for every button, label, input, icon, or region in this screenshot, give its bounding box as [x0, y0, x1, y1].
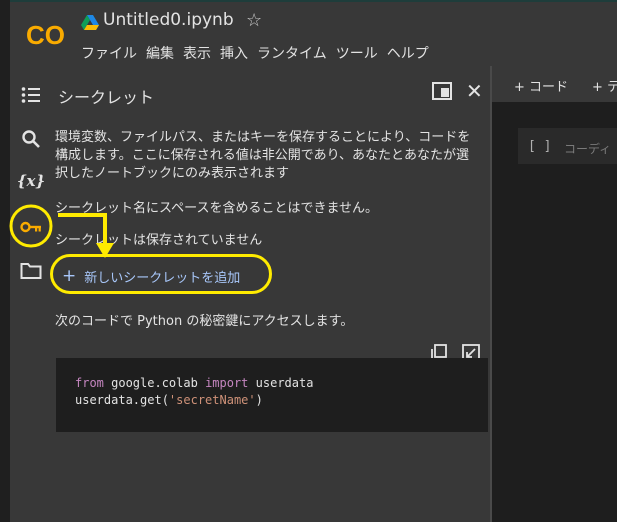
- cell-placeholder: コーディ: [564, 142, 612, 156]
- key-icon[interactable]: [20, 216, 42, 238]
- folder-icon[interactable]: [20, 260, 42, 282]
- menu-insert[interactable]: 挿入: [220, 43, 248, 63]
- search-icon[interactable]: [20, 128, 42, 150]
- code-line-1: from google.colab import userdata: [75, 376, 314, 390]
- menu-tools[interactable]: ツール: [336, 43, 378, 63]
- add-text-button[interactable]: + テ: [592, 76, 617, 95]
- menu-runtime[interactable]: ランタイム: [257, 43, 327, 63]
- code-cell[interactable]: [ ] コーディ: [518, 128, 617, 164]
- menu-view[interactable]: 表示: [183, 43, 211, 63]
- run-cell-bracket[interactable]: [ ]: [528, 139, 551, 154]
- window-frame-left: [0, 0, 10, 522]
- menu-edit[interactable]: 編集: [146, 43, 174, 63]
- close-icon[interactable]: ✕: [466, 80, 486, 102]
- colab-logo[interactable]: CO: [24, 16, 66, 52]
- sidebar-rail: {x}: [10, 66, 50, 522]
- code-line-2: userdata.get('secretName'): [75, 393, 263, 407]
- secrets-description: 環境変数、ファイルパス、またはキーを保存することにより、コードを構成します。ここ…: [55, 130, 471, 181]
- add-code-button[interactable]: + コード: [514, 76, 568, 95]
- code-snippet[interactable]: from google.colab import userdata userda…: [56, 358, 488, 432]
- menu-file[interactable]: ファイル: [81, 43, 137, 63]
- menu-help[interactable]: ヘルプ: [387, 43, 429, 63]
- empty-status: シークレットは保存されていません: [55, 233, 263, 248]
- secrets-panel: シークレット ✕ 環境変数、ファイルパス、またはキーを保存することにより、コード…: [50, 66, 490, 522]
- svg-text:CO: CO: [26, 20, 65, 50]
- header: CO Untitled0.ipynb ☆ ファイル 編集 表示 挿入 ランタイム…: [10, 2, 617, 66]
- variables-icon[interactable]: {x}: [17, 170, 45, 192]
- notebook-editor: + コード + テ [ ] コーディ: [492, 66, 617, 522]
- star-icon[interactable]: ☆: [246, 10, 262, 31]
- menu-bar: ファイル 編集 表示 挿入 ランタイム ツール ヘルプ: [81, 43, 438, 63]
- highlight-ellipse-annotation: [50, 254, 272, 294]
- toc-icon[interactable]: [20, 84, 42, 106]
- google-drive-icon[interactable]: [81, 15, 99, 31]
- editor-toolbar: + コード + テ: [492, 66, 617, 102]
- panel-title: シークレット: [58, 88, 155, 107]
- notebook-title[interactable]: Untitled0.ipynb: [103, 10, 234, 30]
- space-warning: シークレット名にスペースを含めることはできません。: [55, 201, 379, 216]
- access-instructions: 次のコードで Python の秘密鍵にアクセスします。: [55, 314, 354, 329]
- open-in-tab-icon[interactable]: [432, 82, 452, 100]
